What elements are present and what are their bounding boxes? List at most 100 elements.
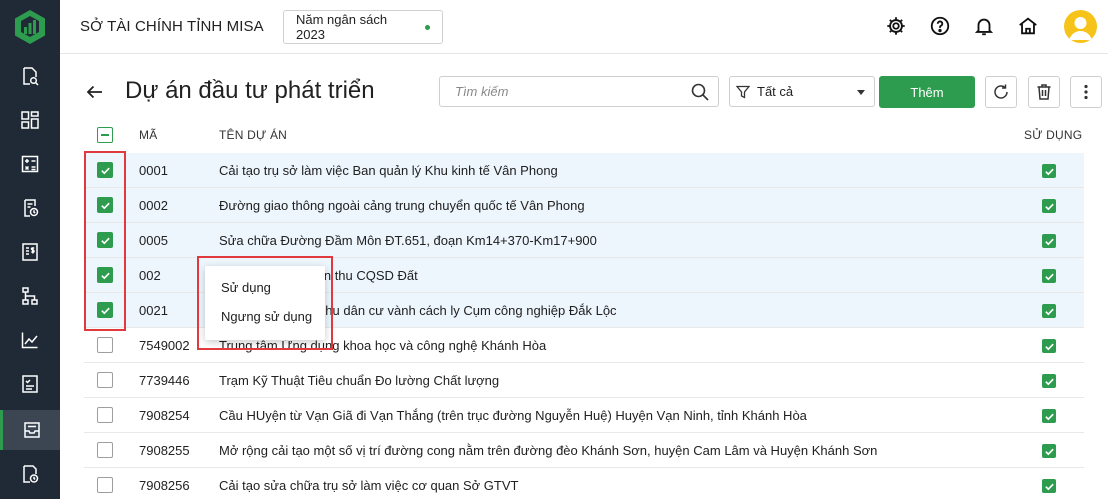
search-report-icon	[23, 67, 39, 86]
sidebar-item-clock-document[interactable]	[0, 188, 60, 228]
row-in-use-checkbox[interactable]	[1042, 269, 1056, 283]
check-icon	[1044, 203, 1054, 210]
delete-button[interactable]	[1028, 76, 1060, 108]
help-icon	[930, 16, 950, 36]
inbox-icon	[23, 422, 40, 438]
check-icon	[1044, 378, 1054, 385]
status-dot	[425, 24, 430, 30]
settings-button[interactable]	[884, 14, 908, 38]
row-project-name: Mở rộng cải tạo một số vị trí đường cong…	[219, 443, 878, 458]
help-button[interactable]	[928, 14, 952, 38]
search-input[interactable]	[440, 77, 685, 106]
row-in-use-checkbox[interactable]	[1042, 234, 1056, 248]
bell-icon	[974, 18, 994, 36]
search-box	[439, 76, 719, 107]
row-select-checkbox[interactable]	[97, 337, 113, 353]
sidebar-item-history[interactable]	[0, 454, 60, 494]
status-filter-select[interactable]: Tất cả	[729, 76, 875, 107]
checkbox-highlight-box	[84, 151, 126, 331]
row-code: 0001	[139, 163, 168, 178]
more-vertical-icon	[1084, 84, 1088, 100]
check-icon	[1044, 168, 1054, 175]
home-button[interactable]	[1016, 14, 1040, 38]
row-in-use-checkbox[interactable]	[1042, 164, 1056, 178]
row-in-use-checkbox[interactable]	[1042, 409, 1056, 423]
add-button[interactable]: Thêm	[879, 76, 975, 108]
chevron-down-icon	[857, 90, 865, 95]
row-in-use-checkbox[interactable]	[1042, 339, 1056, 353]
column-header-code[interactable]: MÃ	[139, 128, 157, 142]
row-select-checkbox[interactable]	[97, 477, 113, 493]
checklist-icon	[22, 375, 38, 393]
row-code: 0002	[139, 198, 168, 213]
gear-icon	[887, 17, 905, 35]
row-code: 7908254	[139, 408, 190, 423]
clock-document-icon	[24, 199, 39, 217]
filter-value: Tất cả	[757, 84, 794, 99]
sidebar-item-checklist[interactable]	[0, 364, 60, 404]
app-logo[interactable]	[0, 0, 60, 54]
row-code: 002	[139, 268, 161, 283]
column-header-in-use[interactable]: SỬ DỤNG	[1024, 128, 1082, 142]
organization-name: SỞ TÀI CHÍNH TỈNH MISA	[80, 18, 264, 35]
refresh-icon	[994, 84, 1008, 99]
notifications-button[interactable]	[972, 14, 996, 38]
row-select-checkbox[interactable]	[97, 407, 113, 423]
row-project-name: Cải tạo trụ sở làm việc Ban quản lý Khu …	[219, 163, 558, 178]
row-code: 0005	[139, 233, 168, 248]
row-code: 7908255	[139, 443, 190, 458]
column-header-name[interactable]: TÊN DỰ ÁN	[219, 128, 287, 142]
row-project-name: Cải tạo sửa chữa trụ sở làm việc cơ quan…	[219, 478, 519, 493]
budget-year-label: Năm ngân sách 2023	[296, 12, 388, 42]
sidebar-item-analytics[interactable]	[0, 320, 60, 360]
check-icon	[1044, 448, 1054, 455]
check-icon	[1044, 483, 1054, 490]
row-project-name: Trạm Kỹ Thuật Tiêu chuẩn Đo lường Chất l…	[219, 373, 500, 388]
search-icon[interactable]	[690, 82, 710, 102]
row-in-use-checkbox[interactable]	[1042, 374, 1056, 388]
sidebar-item-search-report[interactable]	[0, 56, 60, 96]
table-row[interactable]: 7739446 Trạm Kỹ Thuật Tiêu chuẩn Đo lường…	[84, 363, 1084, 398]
row-code: 7908256	[139, 478, 190, 493]
home-icon	[1019, 17, 1037, 35]
row-in-use-checkbox[interactable]	[1042, 304, 1056, 318]
sidebar-item-calculator[interactable]	[0, 144, 60, 184]
sidebar-item-organization[interactable]	[0, 276, 60, 316]
budget-year-selector[interactable]: Năm ngân sách 2023	[283, 10, 443, 44]
user-avatar[interactable]	[1064, 10, 1097, 43]
more-options-button[interactable]	[1070, 76, 1102, 108]
table-row[interactable]: 0005 Sửa chữa Đường Đầm Môn ĐT.651, đoạn …	[84, 223, 1084, 258]
context-menu-highlight-box	[197, 256, 333, 350]
row-project-name: Cầu HUyện từ Vạn Giã đi Vạn Thắng (trên …	[219, 408, 807, 423]
row-project-name: Sửa chữa Đường Đầm Môn ĐT.651, đoạn Km14…	[219, 233, 597, 248]
user-avatar-icon	[1069, 17, 1092, 40]
table-header: MÃ TÊN DỰ ÁN SỬ DỤNG	[84, 118, 1084, 153]
check-icon	[1044, 413, 1054, 420]
row-select-checkbox[interactable]	[97, 442, 113, 458]
refresh-button[interactable]	[985, 76, 1017, 108]
back-button[interactable]	[84, 81, 106, 103]
calculator-icon	[21, 155, 39, 173]
check-icon	[1044, 273, 1054, 280]
table-row[interactable]: 0002 Đường giao thông ngoài cảng trung ch…	[84, 188, 1084, 223]
row-in-use-checkbox[interactable]	[1042, 479, 1056, 493]
table-row[interactable]: 0001 Cải tạo trụ sở làm việc Ban quản lý …	[84, 153, 1084, 188]
row-project-name: Đường giao thông ngoài cảng trung chuyển…	[219, 198, 585, 213]
sidebar-item-dashboard[interactable]	[0, 100, 60, 140]
history-icon	[23, 465, 39, 483]
check-icon	[1044, 308, 1054, 315]
page-title: Dự án đầu tư phát triển	[125, 77, 375, 104]
sidebar-item-projects[interactable]	[0, 410, 60, 450]
table-row[interactable]: 7908256 Cải tạo sửa chữa trụ sở làm việc …	[84, 468, 1084, 499]
row-select-checkbox[interactable]	[97, 372, 113, 388]
row-code: 0021	[139, 303, 168, 318]
row-in-use-checkbox[interactable]	[1042, 444, 1056, 458]
sidebar-item-budget[interactable]	[0, 232, 60, 272]
sidebar	[0, 0, 60, 499]
table-row[interactable]: 7908254 Cầu HUyện từ Vạn Giã đi Vạn Thắng…	[84, 398, 1084, 433]
dollar-document-icon	[22, 243, 38, 261]
select-all-checkbox[interactable]	[97, 127, 113, 143]
table-row[interactable]: 7908255 Mở rộng cải tạo một số vị trí đườ…	[84, 433, 1084, 468]
org-chart-icon	[22, 287, 38, 305]
row-in-use-checkbox[interactable]	[1042, 199, 1056, 213]
